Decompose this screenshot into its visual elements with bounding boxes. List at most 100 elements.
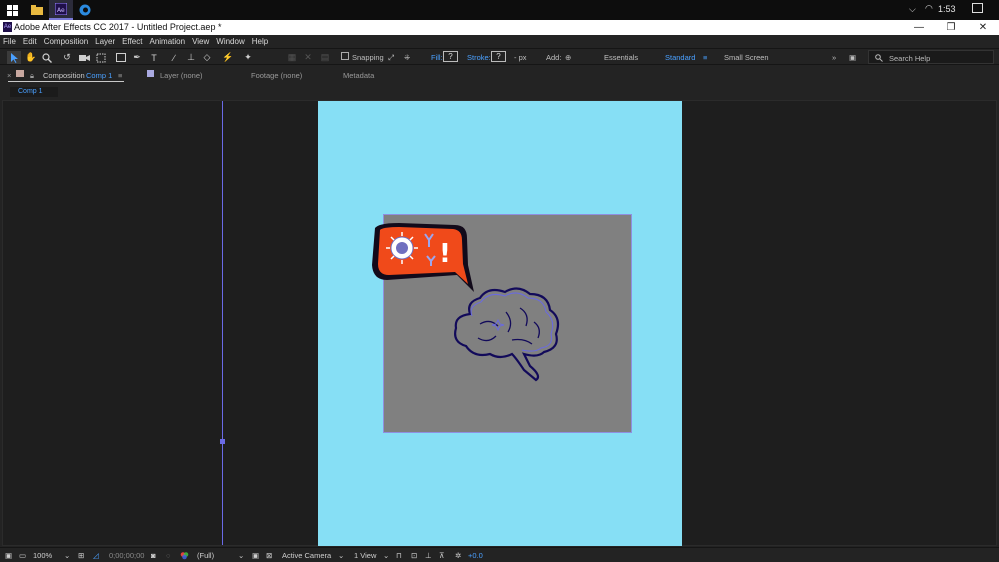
menu-effect[interactable]: Effect xyxy=(122,35,142,48)
virus-speech-bubble[interactable]: ! xyxy=(369,220,477,294)
hand-tool-icon[interactable]: ✋ xyxy=(24,51,38,64)
guide-line[interactable] xyxy=(222,101,223,545)
window-titlebar: Ae Adobe After Effects CC 2017 - Untitle… xyxy=(0,20,999,35)
minimize-button[interactable]: — xyxy=(904,20,934,35)
file-explorer-icon[interactable] xyxy=(25,0,49,20)
zoom-dropdown[interactable]: 100% xyxy=(33,551,52,560)
resolution-chevron-down-icon[interactable]: ⌄ xyxy=(238,551,244,560)
workspace-menu-icon[interactable]: ≡ xyxy=(703,53,707,62)
notification-icon[interactable] xyxy=(972,3,983,13)
rectangle-tool-icon[interactable] xyxy=(114,51,128,64)
restore-button[interactable]: ❐ xyxy=(936,20,966,35)
app-logo-icon: Ae xyxy=(3,22,12,32)
add-menu-icon[interactable]: ⊕ xyxy=(565,53,571,62)
reset-exposure-icon[interactable]: ✲ xyxy=(455,551,461,560)
pan-behind-tool-icon[interactable] xyxy=(94,51,108,64)
snapshot-camera-icon[interactable]: ◙ xyxy=(151,551,156,560)
panel-close-icon[interactable]: × xyxy=(7,71,11,80)
exposure-value[interactable]: +0.0 xyxy=(468,551,483,560)
menu-file[interactable]: File xyxy=(3,35,16,48)
taskbar-clock[interactable]: 1:53 xyxy=(938,4,956,14)
wifi-icon[interactable]: ◠ xyxy=(925,3,933,14)
rotation-tool-icon[interactable]: ↺ xyxy=(60,51,74,64)
menu-composition[interactable]: Composition xyxy=(44,35,88,48)
brain-illustration[interactable] xyxy=(450,284,566,384)
zoom-chevron-down-icon[interactable]: ⌄ xyxy=(64,551,70,560)
menu-help[interactable]: Help xyxy=(252,35,268,48)
snap-feather-icon[interactable]: ⁜ xyxy=(404,53,410,62)
brush-tool-icon[interactable]: ∕ xyxy=(167,51,181,64)
clone-stamp-tool-icon[interactable]: ⊥ xyxy=(184,51,198,64)
guide-handle[interactable] xyxy=(220,439,225,444)
always-preview-icon[interactable]: ▣ xyxy=(5,551,12,560)
windows-start-icon[interactable] xyxy=(0,0,24,20)
selection-tool-icon[interactable] xyxy=(7,51,21,64)
panel-menu-icon[interactable]: ≡ xyxy=(118,71,122,80)
stroke-width-value[interactable]: - px xyxy=(514,53,527,62)
menu-view[interactable]: View xyxy=(192,35,209,48)
layer-panel-icon xyxy=(147,70,154,77)
snap-option-icon[interactable]: ⤢ xyxy=(388,53,394,63)
search-help-input[interactable]: Search Help xyxy=(868,50,994,64)
stroke-swatch[interactable]: ? xyxy=(491,51,506,62)
search-placeholder: Search Help xyxy=(889,54,931,63)
tab-composition[interactable]: Composition xyxy=(43,71,85,80)
close-button[interactable]: ✕ xyxy=(968,20,998,35)
snapping-checkbox[interactable] xyxy=(341,52,349,60)
menu-layer[interactable]: Layer xyxy=(95,35,115,48)
comp-navigator-chip[interactable]: Comp 1 xyxy=(10,87,58,97)
view-layout-dropdown[interactable]: 1 View xyxy=(354,551,376,560)
search-icon xyxy=(875,54,883,62)
tab-layer[interactable]: Layer (none) xyxy=(160,71,203,80)
eraser-tool-icon[interactable]: ◇ xyxy=(200,51,214,64)
tab-composition-name[interactable]: Comp 1 xyxy=(86,71,112,80)
fill-swatch[interactable]: ? xyxy=(443,51,458,62)
tray-chevron-icon[interactable]: ⌵ xyxy=(909,4,916,15)
viewer-footer-bar: ▣ ▭ 100% ⌄ ⊞ ◿ 0;00;00;00 ◙ ◌ (Full) ⌄ ▣… xyxy=(0,547,999,562)
current-timecode[interactable]: 0;00;00;00 xyxy=(109,551,144,560)
zoom-tool-icon[interactable] xyxy=(40,51,54,64)
tab-footage[interactable]: Footage (none) xyxy=(251,71,302,80)
pen-tool-icon[interactable]: ✒ xyxy=(130,51,144,64)
more-workspaces-icon[interactable]: » xyxy=(832,53,836,62)
camera-view-dropdown[interactable]: Active Camera xyxy=(282,551,331,560)
menu-window[interactable]: Window xyxy=(216,35,244,48)
camera-tool-icon[interactable] xyxy=(77,51,91,64)
color-channels-icon[interactable] xyxy=(180,551,189,562)
camera-chevron-down-icon[interactable]: ⌄ xyxy=(338,551,344,560)
world-axis-icon[interactable]: ✕ xyxy=(301,51,315,64)
roto-brush-tool-icon[interactable]: ⚡ xyxy=(221,51,235,64)
display-icon[interactable]: ▭ xyxy=(19,551,26,560)
after-effects-taskbar-icon[interactable]: Ae xyxy=(49,0,73,20)
snapping-label: Snapping xyxy=(352,53,384,62)
toggle-pixel-aspect-icon[interactable]: ⊓ xyxy=(396,551,402,560)
view-axis-icon[interactable]: ▤ xyxy=(318,51,332,64)
views-chevron-down-icon[interactable]: ⌄ xyxy=(383,551,389,560)
lock-icon[interactable]: 🔒︎ xyxy=(30,71,34,81)
windows-taskbar: Ae ⌵ ◠ 1:53 xyxy=(0,0,999,20)
mask-visibility-icon[interactable]: ◿ xyxy=(93,551,99,560)
workspace-essentials[interactable]: Essentials xyxy=(604,53,638,62)
puppet-pin-tool-icon[interactable]: ✦ xyxy=(241,51,255,64)
window-title: Adobe After Effects CC 2017 - Untitled P… xyxy=(14,22,222,32)
stroke-label: Stroke: xyxy=(467,53,491,62)
local-axis-icon[interactable]: ▦ xyxy=(285,51,299,64)
active-tab-underline xyxy=(8,81,124,82)
transparency-grid-icon[interactable]: ⊠ xyxy=(266,551,272,560)
sync-settings-icon[interactable]: ▣ xyxy=(849,53,856,62)
menu-edit[interactable]: Edit xyxy=(23,35,37,48)
timeline-icon[interactable]: ⊥ xyxy=(425,551,432,560)
edge-browser-icon[interactable] xyxy=(73,0,97,20)
tab-metadata[interactable]: Metadata xyxy=(343,71,374,80)
show-snapshot-icon[interactable]: ◌ xyxy=(166,551,170,560)
flowchart-icon[interactable]: ⊼ xyxy=(439,551,445,560)
fast-previews-icon[interactable]: ⊡ xyxy=(411,551,417,560)
menu-animation[interactable]: Animation xyxy=(149,35,185,48)
add-label: Add: xyxy=(546,53,562,62)
fit-icon[interactable]: ⊞ xyxy=(78,551,84,560)
workspace-small-screen[interactable]: Small Screen xyxy=(724,53,769,62)
type-tool-icon[interactable]: T xyxy=(147,51,161,64)
resolution-dropdown[interactable]: (Full) xyxy=(197,551,214,560)
workspace-standard[interactable]: Standard xyxy=(665,53,695,62)
region-of-interest-icon[interactable]: ▣ xyxy=(252,551,259,560)
